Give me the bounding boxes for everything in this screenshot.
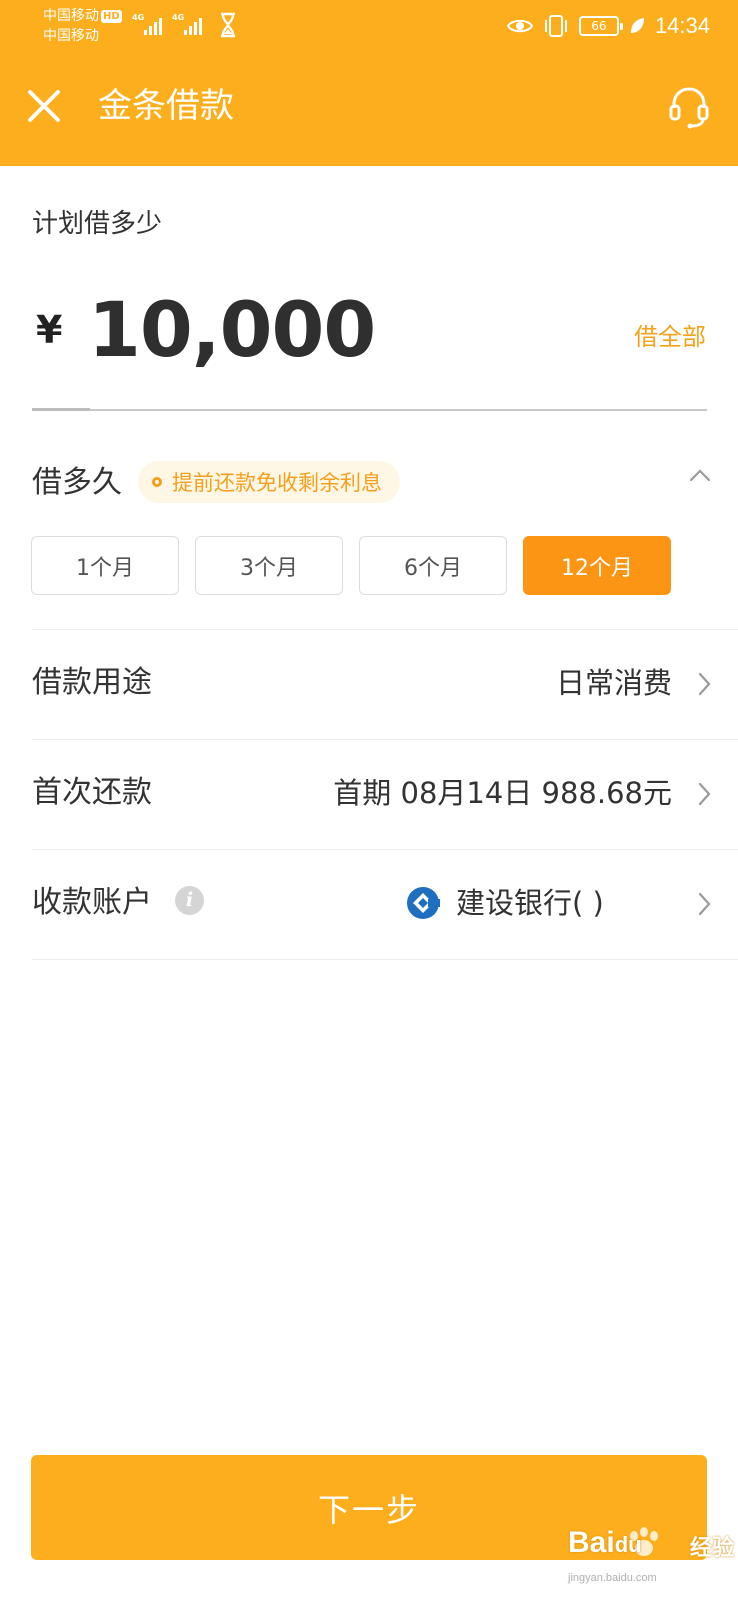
hd-badge: HD bbox=[101, 9, 122, 23]
watermark-brand: Baidu bbox=[568, 1526, 642, 1559]
currency-symbol: ¥ bbox=[36, 308, 63, 352]
signal-2-icon: 4G bbox=[172, 13, 210, 37]
promo-text: 提前还款免收剩余利息 bbox=[172, 471, 382, 495]
term-options: 1个月 3个月 6个月 12个月 bbox=[31, 536, 681, 596]
amount-input[interactable]: 10,000 bbox=[88, 284, 376, 376]
first-repayment-value: 首期 08月14日 988.68元 bbox=[333, 776, 672, 810]
app-header: 中国移动 HD 中国移动 4G 4G 66 14:34 金条借款 bbox=[0, 0, 738, 166]
ccb-bank-icon bbox=[407, 887, 440, 919]
first-repayment-row[interactable]: 首次还款 首期 08月14日 988.68元 bbox=[0, 740, 738, 848]
carrier-2: 中国移动 bbox=[43, 28, 99, 44]
amount-underline bbox=[32, 409, 707, 411]
borrow-all-link[interactable]: 借全部 bbox=[634, 320, 706, 354]
clock: 14:34 bbox=[654, 13, 710, 38]
chevron-right-icon bbox=[698, 672, 711, 696]
term-option-6-months[interactable]: 6个月 bbox=[359, 536, 507, 595]
term-label: 借多久 bbox=[32, 465, 122, 500]
term-option-1-month[interactable]: 1个月 bbox=[31, 536, 179, 595]
headset-icon[interactable] bbox=[666, 84, 712, 130]
network-type-2: 4G bbox=[172, 13, 185, 22]
status-bar: 中国移动 HD 中国移动 4G 4G 66 14:34 bbox=[0, 0, 738, 60]
watermark-sub: 经验 bbox=[690, 1536, 735, 1561]
hourglass-icon bbox=[221, 12, 235, 38]
carrier-info: 中国移动 HD 中国移动 bbox=[43, 6, 122, 46]
chevron-right-icon bbox=[698, 892, 711, 916]
promo-tag: 提前还款免收剩余利息 bbox=[138, 461, 400, 503]
chevron-right-icon bbox=[698, 782, 711, 806]
term-option-3-months[interactable]: 3个月 bbox=[195, 536, 343, 595]
account-row[interactable]: 收款账户 i 建设银行( ) bbox=[0, 850, 738, 958]
promo-dot-icon bbox=[152, 477, 162, 487]
account-label: 收款账户 bbox=[32, 885, 152, 920]
account-value: 建设银行( ) bbox=[456, 886, 604, 920]
status-right: 66 14:34 bbox=[506, 8, 710, 44]
page-title: 金条借款 bbox=[98, 86, 234, 126]
divider bbox=[32, 959, 738, 960]
amount-underline-accent bbox=[32, 408, 90, 411]
vibrate-icon bbox=[544, 15, 567, 37]
purpose-value: 日常消费 bbox=[555, 666, 672, 700]
network-type-1: 4G bbox=[132, 13, 145, 22]
first-repayment-label: 首次还款 bbox=[32, 775, 152, 810]
watermark-url: jingyan.baidu.com bbox=[568, 1572, 657, 1584]
purpose-label: 借款用途 bbox=[32, 665, 152, 700]
term-option-12-months[interactable]: 12个月 bbox=[523, 536, 671, 595]
eye-icon bbox=[506, 19, 533, 33]
chevron-up-icon[interactable] bbox=[686, 462, 714, 490]
battery-icon: 66 bbox=[578, 16, 623, 36]
carrier-1: 中国移动 bbox=[43, 8, 99, 24]
close-icon[interactable] bbox=[26, 88, 62, 124]
amount-label: 计划借多少 bbox=[32, 209, 163, 239]
signal-1-icon: 4G bbox=[132, 13, 170, 37]
leaf-icon bbox=[630, 18, 644, 33]
info-icon[interactable]: i bbox=[175, 886, 204, 915]
purpose-row[interactable]: 借款用途 日常消费 bbox=[0, 630, 738, 738]
